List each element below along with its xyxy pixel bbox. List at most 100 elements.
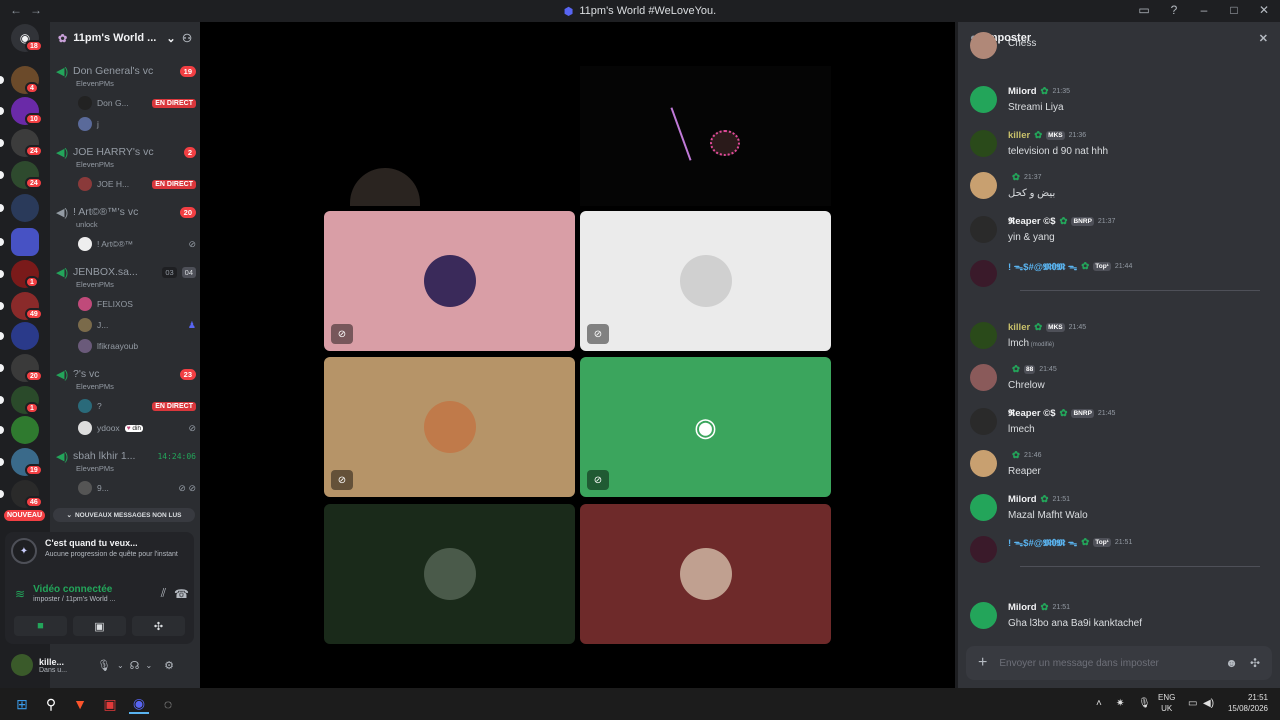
voice-channel[interactable]: ◀) JOE HARRY's vc 2 ElevenPMs	[56, 145, 196, 169]
language-indicator[interactable]: ENG UK	[1158, 693, 1175, 715]
voice-location[interactable]: imposter / 11pm's World ...	[33, 596, 115, 603]
voice-user[interactable]: lfikraayoub	[78, 338, 196, 354]
help-icon[interactable]: ?	[1166, 3, 1182, 17]
author-name[interactable]: Milord	[1008, 86, 1037, 97]
avatar[interactable]	[970, 408, 997, 435]
voice-user[interactable]: FELIXOS	[78, 296, 196, 312]
voice-user[interactable]: j	[78, 116, 196, 132]
chat-message[interactable]: Milord ✿ 21:51 Gha l3bo ana Ba9i kanktachef	[970, 602, 1270, 642]
search-icon[interactable]: ⚲	[41, 694, 61, 714]
chat-message[interactable]: ✿ 88 21:45 Chrelow	[970, 364, 1270, 404]
voice-user[interactable]: Don G... EN DIRECT	[78, 95, 196, 111]
activities-button[interactable]: ✣	[132, 616, 185, 636]
chat-message[interactable]: Milord ✿ 21:35 Streami Liya	[970, 86, 1270, 126]
voice-user[interactable]: J... ♟	[78, 317, 196, 333]
nav-arrows[interactable]: ←→	[10, 3, 50, 17]
server-icon[interactable]	[11, 416, 39, 444]
server-icon[interactable]	[11, 322, 39, 350]
author-name[interactable]: Milord	[1008, 494, 1037, 505]
voice-user[interactable]: JOE H... EN DIRECT	[78, 176, 196, 192]
author-name[interactable]: killer	[1008, 322, 1030, 333]
inbox-icon[interactable]: ▭	[1136, 3, 1152, 17]
chevron-down-icon[interactable]: ⌄	[117, 661, 124, 670]
gear-icon[interactable]: ⚙	[164, 659, 174, 672]
chat-message[interactable]: Milord ✿ 21:51 Mazal Mafht Walo	[970, 494, 1270, 534]
server-icon[interactable]: 1	[11, 260, 39, 288]
avatar[interactable]	[970, 322, 997, 349]
avatar[interactable]	[970, 364, 997, 391]
chat-message[interactable]: ✿ 21:46 Reaper	[970, 450, 1270, 490]
author-name[interactable]: killer	[1008, 130, 1030, 141]
server-icon[interactable]: 24	[11, 161, 43, 189]
avatar[interactable]	[970, 602, 997, 629]
author-name[interactable]: ! ᯓ$#@𝕸𝟎𝕸 ᯓ	[1008, 536, 1077, 549]
settings-tray-icon[interactable]: ✷	[1116, 697, 1124, 711]
server-icon[interactable]: 24	[11, 129, 43, 157]
author-name[interactable]: Milord	[1008, 602, 1037, 613]
avatar[interactable]	[970, 494, 997, 521]
signal-icon[interactable]: ≋	[15, 587, 25, 601]
app-icon[interactable]: ▣	[100, 694, 120, 714]
new-messages-bar[interactable]: ⌄ NOUVEAUX MESSAGES NON LUS	[53, 508, 195, 522]
voice-user[interactable]: ! Art©®™ ⊘	[78, 236, 196, 252]
headphones-icon[interactable]: ☊	[130, 659, 140, 672]
voice-channel[interactable]: ◀) Don General's vc 19 ElevenPMs	[56, 64, 196, 88]
voice-user[interactable]: ydoox ♥ dih ⊘	[78, 420, 196, 436]
voice-channel[interactable]: ◀) sbah lkhir 1... 14:24:06 ElevenPMs	[56, 449, 196, 473]
chevron-down-icon[interactable]: ⌄	[145, 661, 152, 670]
chat-message[interactable]: Chess	[970, 32, 1270, 82]
network-icon[interactable]: ▭	[1188, 697, 1197, 711]
server-icon[interactable]: 19	[11, 448, 43, 476]
voice-channel[interactable]: ◀) JENBOX.sa... 03 04 ElevenPMs	[56, 265, 196, 289]
maximize-button[interactable]: □	[1226, 3, 1242, 17]
discord-icon[interactable]: ◉	[129, 694, 149, 714]
avatar[interactable]	[970, 260, 997, 287]
avatar[interactable]	[970, 130, 997, 157]
message-composer[interactable]: + Envoyer un message dans imposter ☻ ✣	[966, 646, 1272, 680]
quest-card[interactable]: ✦ C'est quand tu veux... Aucune progress…	[11, 538, 189, 564]
emoji-icon[interactable]: ☻	[1225, 656, 1238, 670]
chat-message[interactable]: ! ᯓ$#@𝕸𝟎𝕸 ᯓ ✿ Top¹ 21:51	[970, 536, 1270, 576]
voice-user[interactable]: 9... ⊘ ⊘	[78, 480, 196, 496]
server-icon[interactable]: 10	[11, 97, 43, 125]
server-icon[interactable]: 1	[11, 386, 39, 414]
avatar[interactable]	[970, 216, 997, 243]
server-icon[interactable]: 49	[11, 292, 43, 320]
video-tile[interactable]: ⊘	[324, 357, 575, 497]
app-icon[interactable]: ◌	[158, 694, 178, 714]
user-avatar[interactable]	[11, 654, 33, 676]
video-stream-partial[interactable]	[350, 168, 420, 206]
home-button[interactable]: ◉ 18	[11, 24, 43, 52]
video-tile[interactable]: ⊘	[324, 211, 575, 351]
chat-message[interactable]: ✿ 21:37 بيض و كحل	[970, 172, 1270, 212]
avatar[interactable]	[970, 450, 997, 477]
video-tile[interactable]: ⊘	[580, 211, 831, 351]
volume-icon[interactable]: ◀)	[1203, 697, 1214, 711]
screen-share-button[interactable]: ▣	[73, 616, 126, 636]
chat-message[interactable]: 𝕽eaper ©$ ✿ BNRP 21:37 yin & yang	[970, 216, 1270, 256]
disconnect-icon[interactable]: ☎	[174, 587, 189, 601]
message-input[interactable]: Envoyer un message dans imposter	[999, 658, 1213, 669]
camera-button[interactable]: ■	[14, 616, 67, 636]
avatar[interactable]	[970, 172, 997, 199]
server-icon[interactable]: 20	[11, 354, 43, 382]
author-name[interactable]: 𝕽eaper ©$	[1008, 408, 1056, 419]
new-badge[interactable]: NOUVEAU	[4, 510, 46, 521]
chevron-up-icon[interactable]: ˄	[1096, 697, 1102, 711]
author-name[interactable]: 𝕽eaper ©$	[1008, 216, 1056, 227]
server-icon[interactable]	[11, 194, 39, 222]
chat-message[interactable]: killer ✿ MKS 21:36 television d 90 nat hhh	[970, 130, 1270, 170]
voice-channel[interactable]: ◀) ! Art©®™'s vc 20 unlock	[56, 205, 196, 229]
chat-message[interactable]: killer ✿ MKS 21:45 lmch (modifié)	[970, 322, 1270, 362]
chat-message[interactable]: ! ᯓ$#@𝕸𝟎𝕸 ᯓ ✿ Top¹ 21:44	[970, 260, 1270, 300]
minimize-button[interactable]: –	[1196, 3, 1212, 17]
server-icon[interactable]: 4	[11, 66, 39, 94]
apps-icon[interactable]: ✣	[1250, 656, 1260, 670]
server-icon[interactable]: 46	[11, 480, 43, 508]
voice-channel[interactable]: ◀) ?'s vc 23 ElevenPMs	[56, 367, 196, 391]
clock[interactable]: 21:51 15/08/2026	[1226, 693, 1268, 715]
avatar[interactable]	[970, 32, 997, 59]
video-tile[interactable]: ◉ ⊘	[580, 357, 831, 497]
video-stream[interactable]	[580, 66, 831, 206]
author-name[interactable]: ! ᯓ$#@𝕸𝟎𝕸 ᯓ	[1008, 260, 1077, 273]
